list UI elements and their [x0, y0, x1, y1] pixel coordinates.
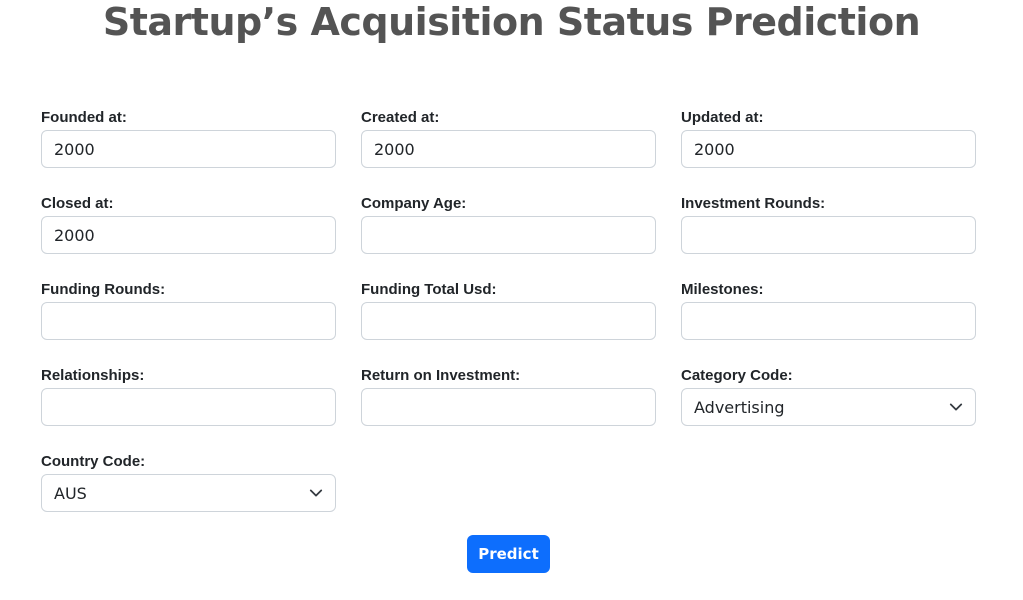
milestones-label: Milestones:	[681, 281, 764, 298]
relationships-label: Relationships:	[41, 367, 145, 384]
founded-at-label: Founded at:	[41, 109, 127, 126]
updated-at-input[interactable]: 2000	[681, 130, 976, 168]
closed-at-label: Closed at:	[41, 195, 114, 212]
investment-rounds-label: Investment Rounds:	[681, 195, 826, 212]
milestones-field: Milestones:	[681, 280, 976, 340]
return-on-investment-field: Return on Investment:	[361, 366, 656, 426]
predict-button[interactable]: Predict	[467, 535, 550, 573]
page-title: Startup’s Acquisition Status Prediction	[102, 0, 921, 44]
founded-at-input[interactable]: 2000	[41, 130, 336, 168]
company-age-field: Company Age:	[361, 194, 656, 254]
return-on-investment-input[interactable]	[361, 388, 656, 426]
company-age-label: Company Age:	[361, 195, 467, 212]
funding-rounds-field: Funding Rounds:	[41, 280, 336, 340]
category-code-label: Category Code:	[681, 367, 793, 384]
funding-rounds-input[interactable]	[41, 302, 336, 340]
return-on-investment-label: Return on Investment:	[361, 367, 521, 384]
investment-rounds-field: Investment Rounds:	[681, 194, 976, 254]
updated-at-label: Updated at:	[681, 109, 764, 126]
created-at-field: Created at: 2000	[361, 108, 656, 168]
country-code-label: Country Code:	[41, 453, 146, 470]
funding-total-usd-label: Funding Total Usd:	[361, 281, 497, 298]
chevron-down-icon	[309, 489, 323, 497]
relationships-input[interactable]	[41, 388, 336, 426]
category-code-select[interactable]: Advertising	[681, 388, 976, 426]
created-at-label: Created at:	[361, 109, 440, 126]
country-code-select[interactable]: AUS	[41, 474, 336, 512]
relationships-field: Relationships:	[41, 366, 336, 426]
founded-at-field: Founded at: 2000	[41, 108, 336, 168]
chevron-down-icon	[949, 403, 963, 411]
investment-rounds-input[interactable]	[681, 216, 976, 254]
updated-at-field: Updated at: 2000	[681, 108, 976, 168]
funding-total-usd-input[interactable]	[361, 302, 656, 340]
funding-total-usd-field: Funding Total Usd:	[361, 280, 656, 340]
milestones-input[interactable]	[681, 302, 976, 340]
category-code-field: Category Code: Advertising	[681, 366, 976, 426]
funding-rounds-label: Funding Rounds:	[41, 281, 166, 298]
company-age-input[interactable]	[361, 216, 656, 254]
closed-at-field: Closed at: 2000	[41, 194, 336, 254]
closed-at-input[interactable]: 2000	[41, 216, 336, 254]
country-code-field: Country Code: AUS	[41, 452, 336, 512]
created-at-input[interactable]: 2000	[361, 130, 656, 168]
